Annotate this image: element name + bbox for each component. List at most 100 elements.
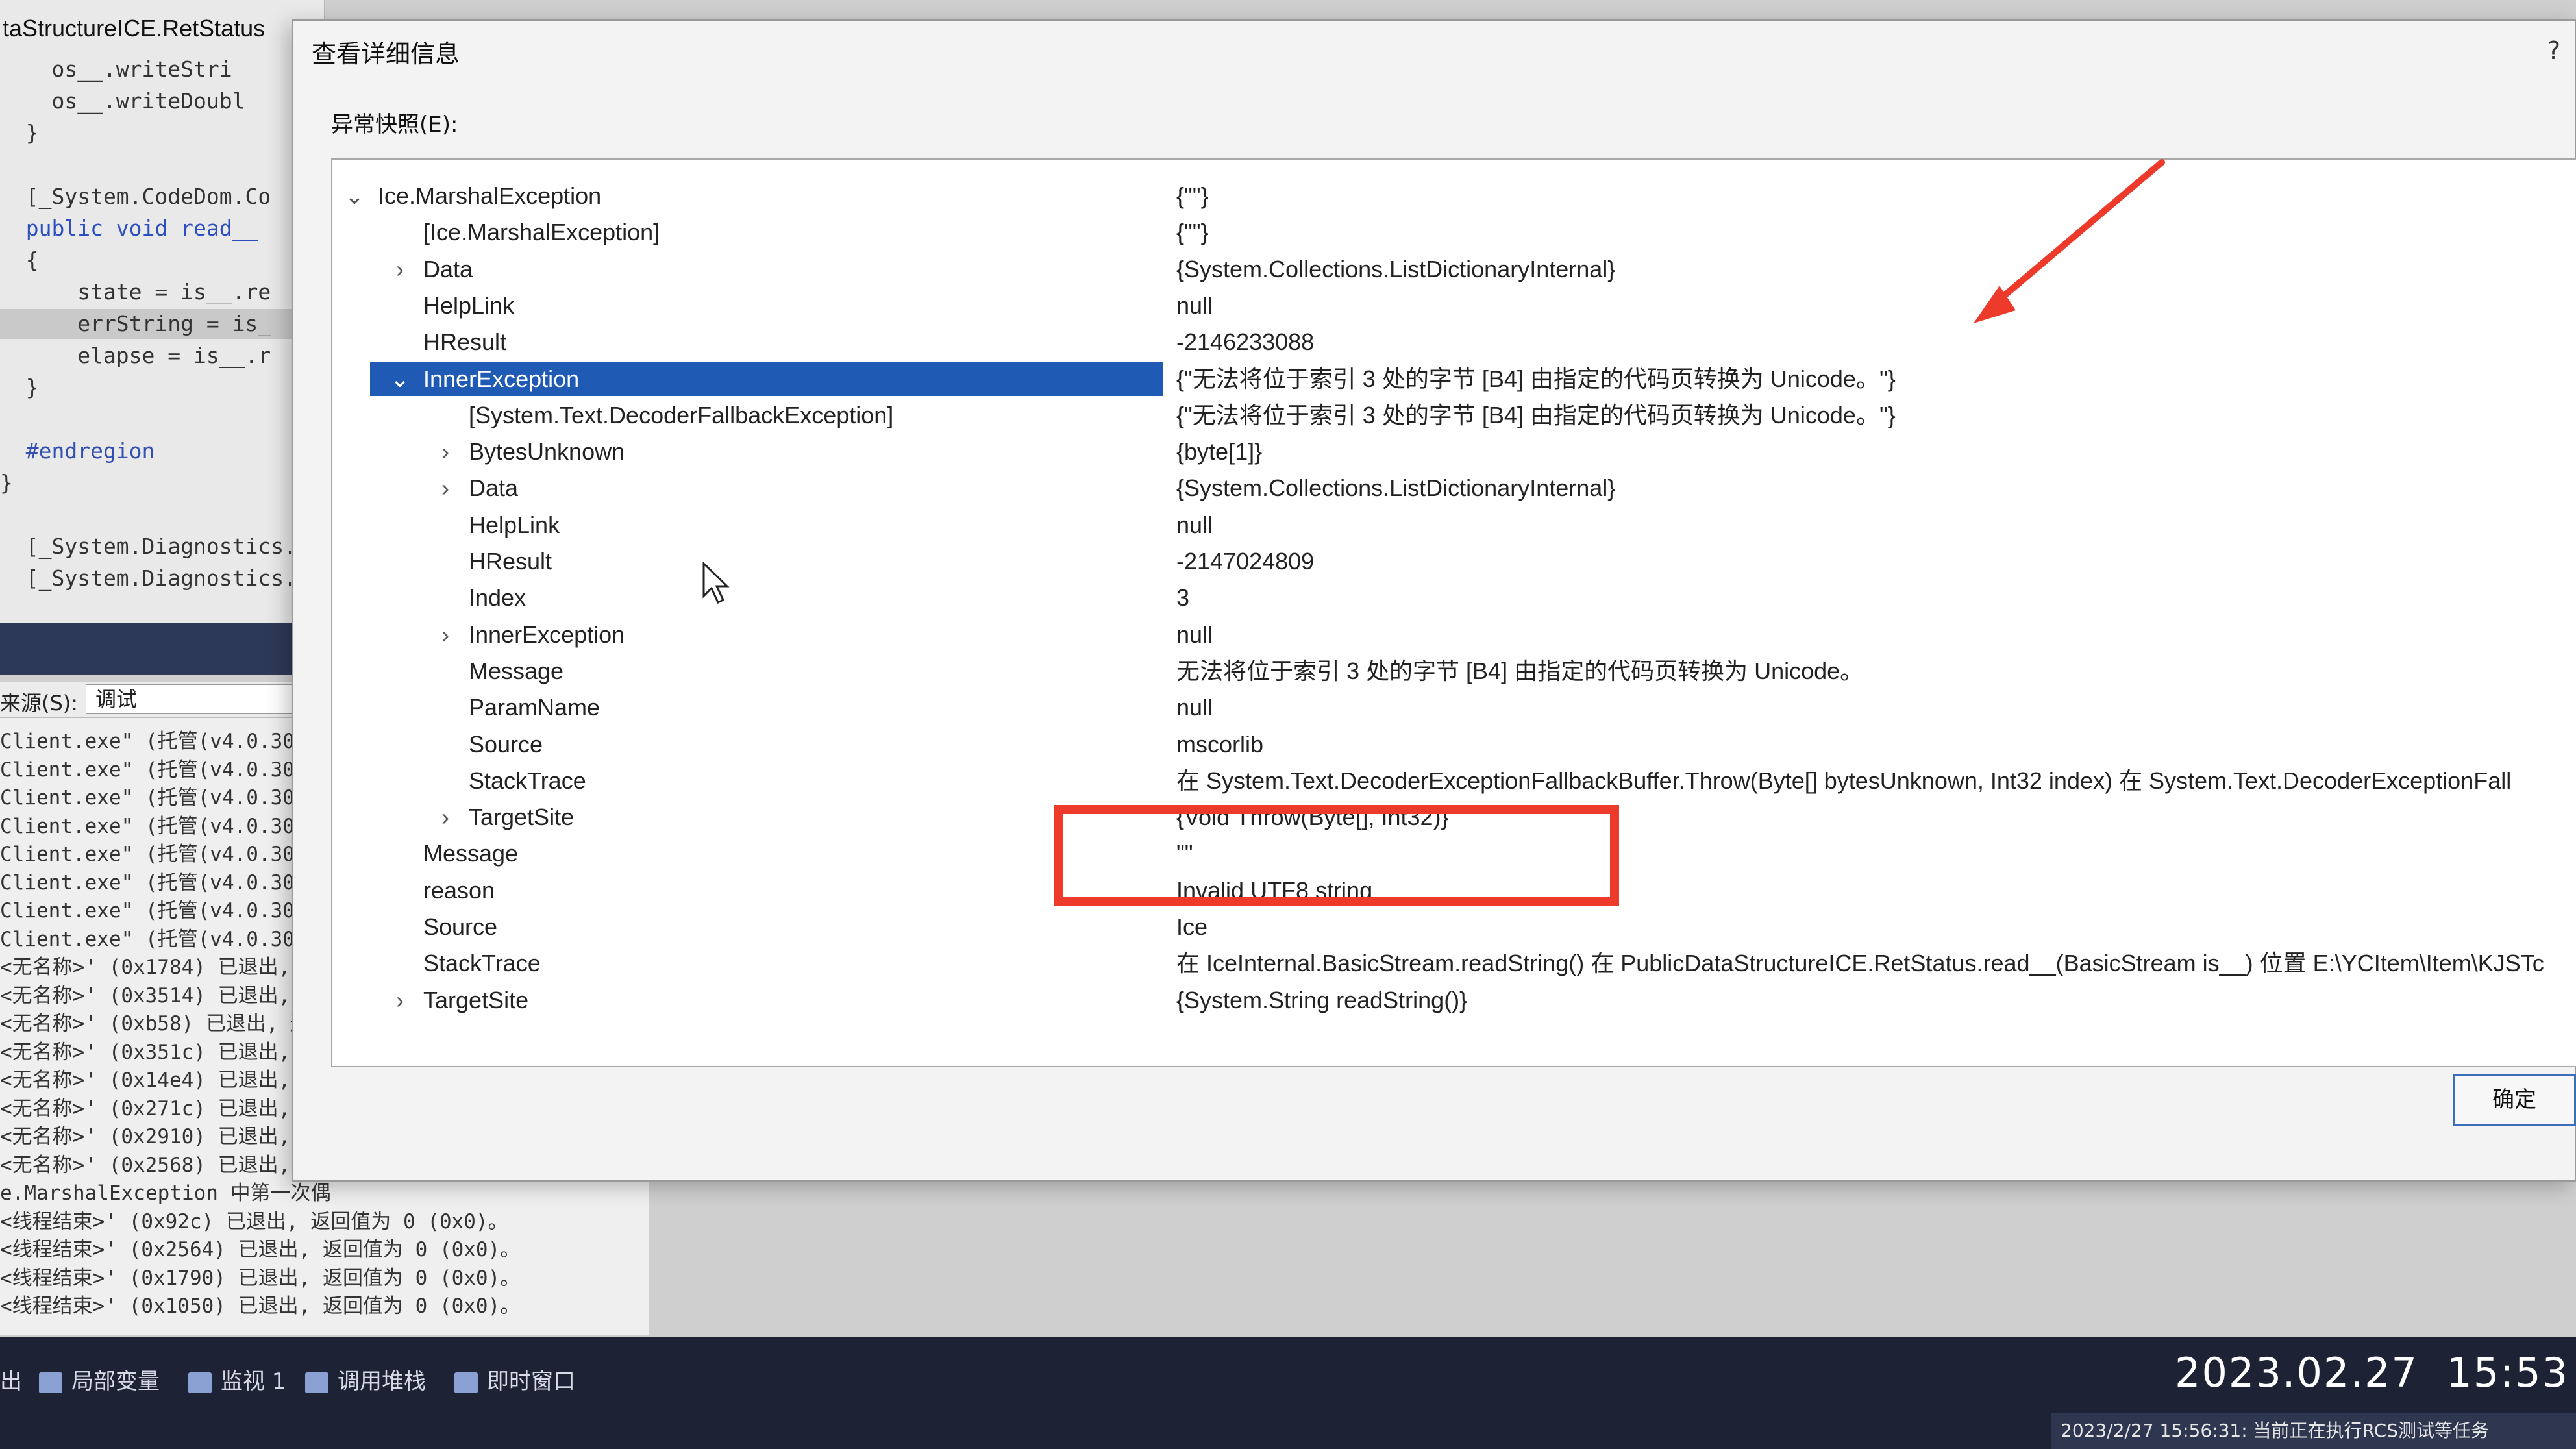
tree-row[interactable]: StackTrace 在 IceInternal.BasicStream.rea… <box>332 945 2576 982</box>
code-line: { <box>0 247 39 273</box>
tree-row-value: -2146233088 <box>1176 328 1315 356</box>
tree-row[interactable]: › Data {System.Collections.ListDictionaryI… <box>332 470 2576 506</box>
editor-scroll-strip <box>0 623 325 675</box>
code-line: } <box>0 470 13 495</box>
code-line: elapse = is__.r <box>0 343 271 368</box>
tree-row-name: HResult <box>469 548 552 575</box>
chevron-right-icon[interactable]: › <box>387 254 413 285</box>
chevron-down-icon[interactable]: ⌄ <box>387 364 413 395</box>
tree-row-name: HelpLink <box>423 291 515 319</box>
chevron-right-icon[interactable]: › <box>432 619 458 650</box>
tree-row[interactable]: [Ice.MarshalException] {""} <box>332 214 2576 251</box>
dialog-title: 查看详细信息 <box>312 40 460 68</box>
locals-icon <box>39 1372 62 1393</box>
tree-row[interactable]: › Data {System.Collections.ListDictionaryI… <box>332 251 2576 288</box>
help-button[interactable]: ? <box>2547 36 2560 65</box>
photo-timestamp: 2023.02.27 15:53 <box>2175 1349 2570 1396</box>
ok-button[interactable]: 确定 <box>2453 1074 2576 1126</box>
tree-row[interactable]: Index 3 <box>332 580 2576 616</box>
tab-call-stack[interactable]: 调用堆栈 <box>305 1362 426 1401</box>
output-line: <无名称>' (0x3514) 已退出, 返 <box>0 984 323 1008</box>
code-line: os__.writeStri <box>0 56 232 82</box>
tree-row[interactable]: HResult -2146233088 <box>332 324 2576 360</box>
tree-row-name: Source <box>423 913 498 940</box>
tree-row-name: ParamName <box>469 694 601 721</box>
chevron-right-icon[interactable]: › <box>432 436 458 467</box>
tree-row-value: Ice <box>1176 913 1208 940</box>
tree-row[interactable]: ParamName null <box>332 689 2576 726</box>
tree-row[interactable]: Source Ice <box>332 909 2576 945</box>
tab-immediate[interactable]: 即时窗口 <box>454 1362 575 1401</box>
tree-row-value: 无法将位于索引 3 处的字节 [B4] 由指定的代码页转换为 Unicode。 <box>1176 657 1864 684</box>
snapshot-label: 异常快照(E): <box>331 112 458 138</box>
tree-row-value: {System.Collections.ListDictionaryIntern… <box>1176 255 1616 282</box>
tree-row-name: Index <box>469 584 526 612</box>
output-line: <线程结束>' (0x1050) 已退出, 返回值为 0 (0x0)。 <box>0 1294 521 1318</box>
tree-row-name: [System.Text.DecoderFallbackException] <box>469 401 894 428</box>
tree-row[interactable]: Source mscorlib <box>332 726 2576 763</box>
tree-row-name: InnerException <box>423 365 580 392</box>
tree-row-name: BytesUnknown <box>469 438 625 465</box>
tab-locals[interactable]: 局部变量 <box>39 1362 160 1401</box>
tab-call-stack-label: 调用堆栈 <box>338 1368 426 1394</box>
tree-row[interactable]: ⌄ Ice.MarshalException {""} <box>332 178 2576 214</box>
tree-row-value: {System.String readString()} <box>1176 986 1468 1013</box>
tab-immediate-label: 即时窗口 <box>487 1368 575 1394</box>
tree-row[interactable]: HelpLink null <box>332 507 2576 543</box>
output-line: <线程结束>' (0x92c) 已退出, 返回值为 0 (0x0)。 <box>0 1209 508 1233</box>
tree-row[interactable]: › InnerException null <box>332 617 2576 653</box>
tree-row-name: Message <box>423 840 519 867</box>
output-line: e.MarshalException 中第一次偶然 <box>0 1182 331 1205</box>
output-source-bar: 来源(S): 调试 <box>0 682 338 718</box>
mouse-cursor-icon <box>702 562 730 604</box>
chevron-right-icon[interactable]: › <box>432 802 458 833</box>
tab-watch1-label: 监视 1 <box>221 1368 286 1394</box>
output-line: Client.exe" (托管(v4.0.30319 <box>0 927 331 951</box>
red-arrow-icon <box>1974 159 2165 323</box>
call-stack-icon <box>305 1372 328 1393</box>
view-detail-dialog: 查看详细信息 ? 异常快照(E): ⌄ Ice.MarshalException {… <box>292 19 2576 1182</box>
tree-row[interactable]: › BytesUnknown {byte[1]} <box>332 434 2576 470</box>
output-line: <无名称>' (0x271c) 已退出, 返 <box>0 1096 323 1121</box>
code-line: [_System.Diagnostics.Co <box>0 565 318 591</box>
tree-row[interactable]: HelpLink null <box>332 288 2576 324</box>
tree-row[interactable]: StackTrace 在 System.Text.DecoderExceptio… <box>332 763 2576 799</box>
tree-row-value: 3 <box>1176 584 1190 612</box>
editor-tab-title[interactable]: taStructureICE.RetStatus <box>0 9 325 48</box>
tree-row[interactable]: HResult -2147024809 <box>332 543 2576 580</box>
tree-row[interactable]: [System.Text.DecoderFallbackException] {"… <box>332 397 2576 434</box>
output-line: Client.exe" (托管(v4.0.30319 <box>0 730 331 753</box>
tree-row[interactable]: ⌄ InnerException {"无法将位于索引 3 处的字节 [B4] 由指定… <box>332 361 2576 397</box>
chevron-down-icon[interactable]: ⌄ <box>341 180 367 212</box>
output-line: <无名称>' (0x2910) 已退出, 返 <box>0 1125 323 1148</box>
status-message: 2023/2/27 15:56:31: 当前正在执行RCS测试等任务 <box>2051 1413 2576 1449</box>
tree-row-value: {"无法将位于索引 3 处的字节 [B4] 由指定的代码页转换为 Unicode… <box>1176 401 1896 428</box>
output-line: <线程结束>' (0x1790) 已退出, 返回值为 0 (0x0)。 <box>0 1266 521 1290</box>
output-source-select[interactable]: 调试 <box>86 684 326 714</box>
output-line: <无名称>' (0x351c) 已退出, 返 <box>0 1040 323 1064</box>
tab-output[interactable]: 出 <box>0 1362 22 1401</box>
output-line: Client.exe" (托管(v4.0.30319 <box>0 843 331 866</box>
watch-icon <box>188 1372 212 1393</box>
tree-row-value: null <box>1176 291 1213 319</box>
code-line: #endregion <box>0 438 155 464</box>
output-line: <无名称>' (0x14e4) 已退出, 返 <box>0 1069 323 1092</box>
tree-row-name: reason <box>423 876 495 904</box>
code-line: [_System.CodeDom.Co <box>0 184 271 209</box>
chevron-right-icon[interactable]: › <box>432 473 458 504</box>
tree-row[interactable]: › TargetSite {System.String readString()} <box>332 982 2576 1019</box>
code-line: [_System.Diagnostics.Co <box>0 534 318 559</box>
tree-row-name: StackTrace <box>469 767 586 794</box>
code-line: public void read__ <box>0 216 258 241</box>
tree-row-name: StackTrace <box>423 950 541 977</box>
tree-row[interactable]: Message 无法将位于索引 3 处的字节 [B4] 由指定的代码页转换为 Un… <box>332 653 2576 689</box>
tree-row-name: TargetSite <box>469 804 575 831</box>
tab-watch1[interactable]: 监视 1 <box>188 1362 286 1401</box>
chevron-right-icon[interactable]: › <box>387 985 413 1016</box>
tree-row-value: {byte[1]} <box>1176 438 1263 465</box>
tree-row-name: HelpLink <box>469 511 560 538</box>
output-line: Client.exe" (托管(v4.0.30319 <box>0 899 331 923</box>
tree-row-name: [Ice.MarshalException] <box>423 219 660 246</box>
